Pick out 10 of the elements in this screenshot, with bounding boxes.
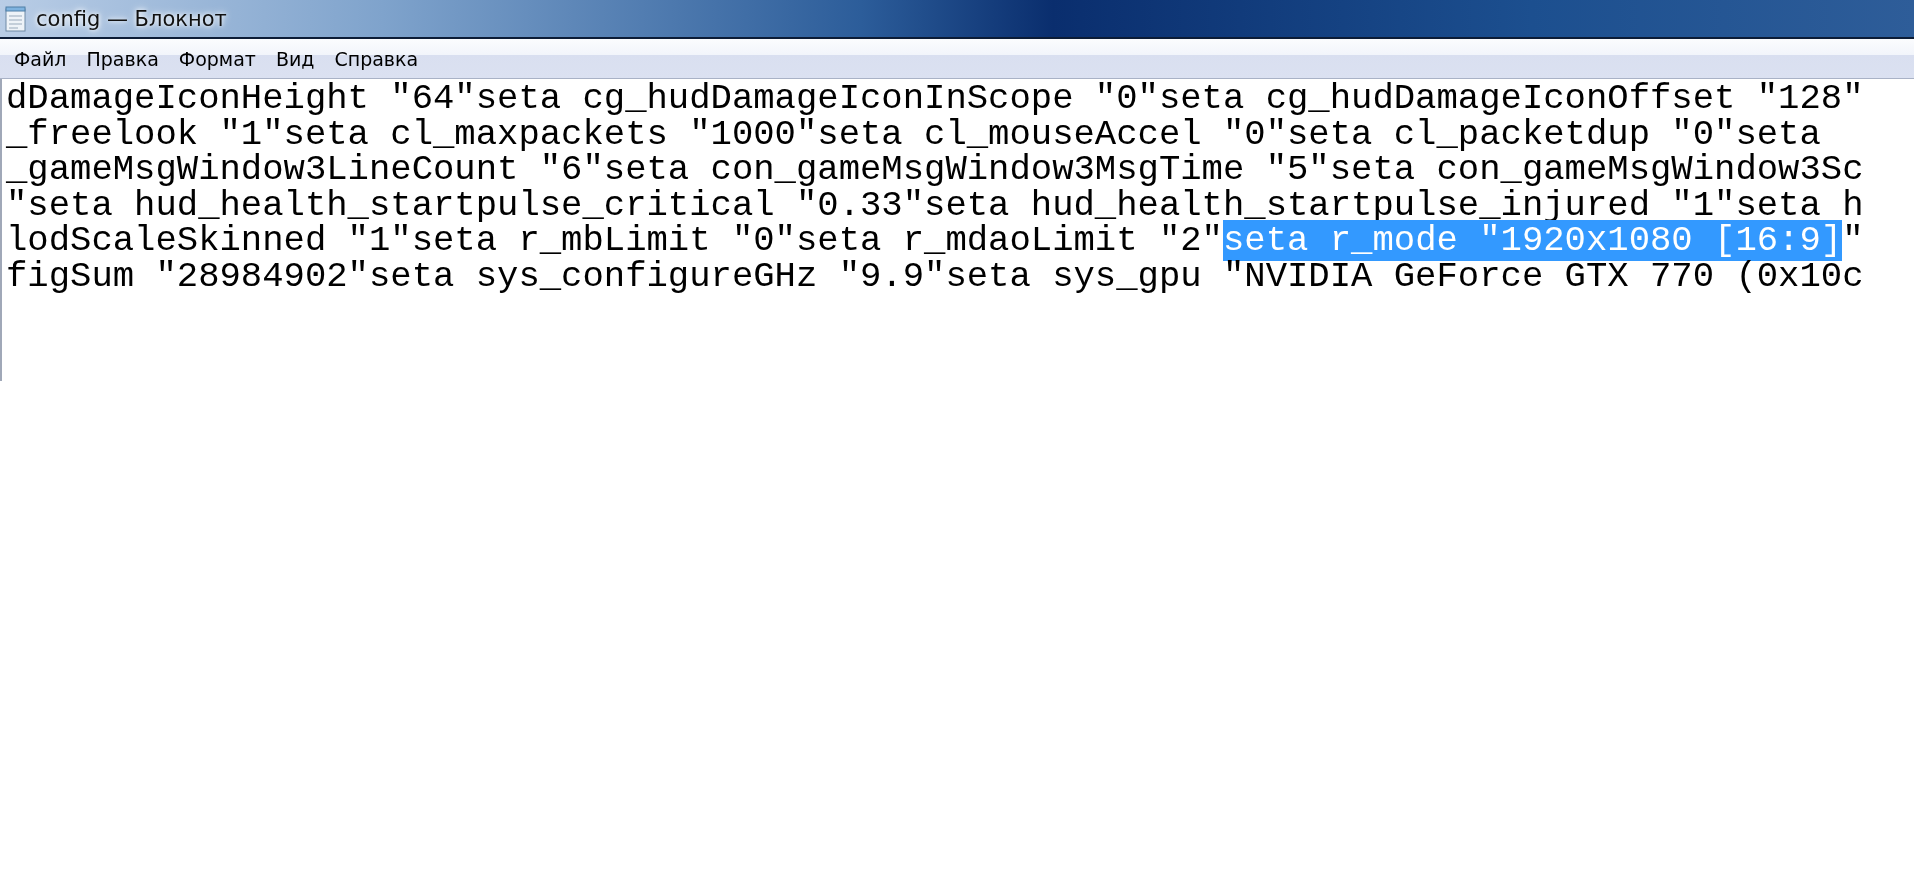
text-line: dDamageIconHeight "64"seta cg_hudDamageIconInScope "0"seta cg_hudDamageIconOffset "128" xyxy=(6,78,1864,119)
notepad-icon xyxy=(4,5,28,32)
text-line: " xyxy=(1842,220,1864,261)
menu-item[interactable]: Вид xyxy=(265,43,325,74)
window-title: config — Блокнот xyxy=(36,6,227,31)
menu-item[interactable]: Формат xyxy=(168,43,266,74)
menu-item[interactable]: Файл xyxy=(4,43,77,74)
menu-item[interactable]: Правка xyxy=(76,43,169,74)
menu-item[interactable]: Справка xyxy=(324,43,429,74)
selected-text: seta r_mode "1920x1080 [16:9] xyxy=(1223,220,1843,261)
